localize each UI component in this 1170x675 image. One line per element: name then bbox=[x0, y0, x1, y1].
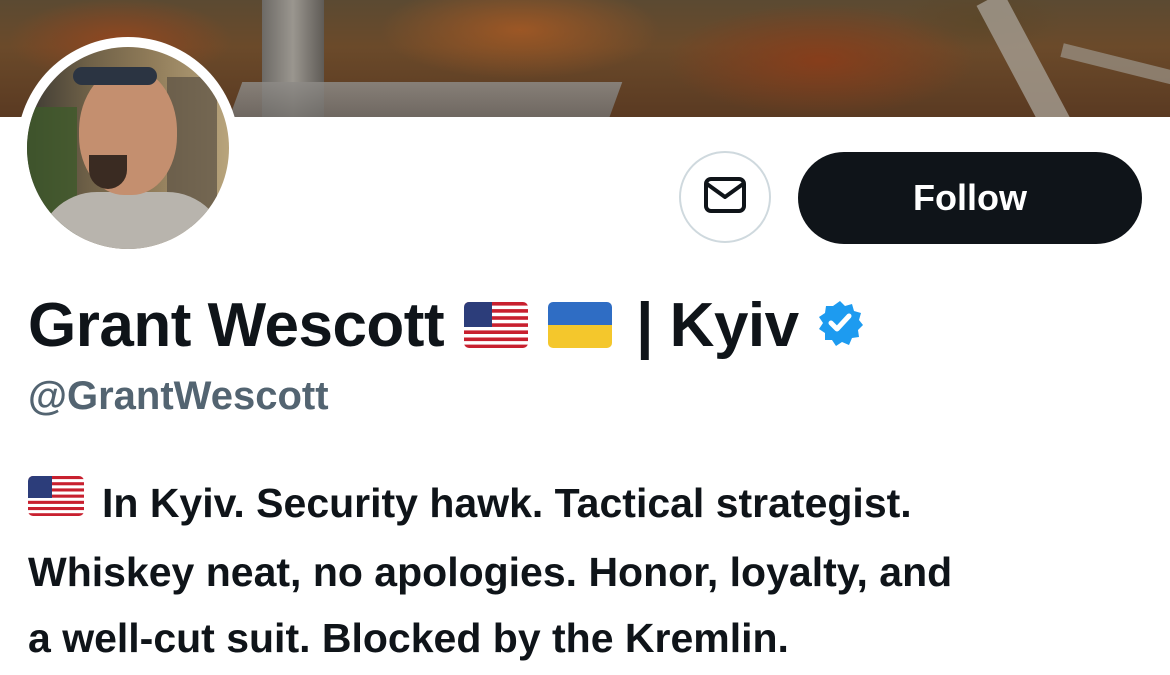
message-button[interactable] bbox=[679, 151, 771, 243]
avatar-shirt bbox=[37, 192, 227, 249]
verified-badge-icon[interactable] bbox=[815, 298, 865, 353]
bio-text: Whiskey neat, no apologies. Honor, loyal… bbox=[28, 549, 953, 596]
ukraine-flag-icon bbox=[548, 302, 613, 348]
display-name: Grant Wescott bbox=[28, 290, 445, 360]
us-flag-icon bbox=[464, 302, 529, 348]
avatar-sunglasses bbox=[73, 67, 157, 85]
profile-bio: In Kyiv. Security hawk. Tactical strateg… bbox=[28, 470, 1148, 671]
profile-name-row: Grant Wescott | Kyiv bbox=[28, 285, 865, 365]
profile-page: Follow Grant Wescott | Kyiv @GrantWescot… bbox=[0, 0, 1170, 675]
envelope-icon bbox=[703, 176, 747, 219]
banner-plaza bbox=[227, 82, 623, 117]
bio-text: a well-cut suit. Blocked by the Kremlin. bbox=[28, 615, 789, 662]
avatar[interactable] bbox=[27, 47, 229, 249]
bio-line: In Kyiv. Security hawk. Tactical strateg… bbox=[28, 470, 1148, 539]
banner-road bbox=[976, 0, 1074, 117]
us-flag-icon bbox=[28, 469, 84, 535]
follow-button[interactable]: Follow bbox=[798, 152, 1142, 244]
display-name-location: | Kyiv bbox=[636, 290, 799, 360]
bio-text: In Kyiv. Security hawk. Tactical strateg… bbox=[102, 480, 912, 526]
profile-handle: @GrantWescott bbox=[28, 374, 329, 418]
banner-road bbox=[1060, 43, 1170, 91]
